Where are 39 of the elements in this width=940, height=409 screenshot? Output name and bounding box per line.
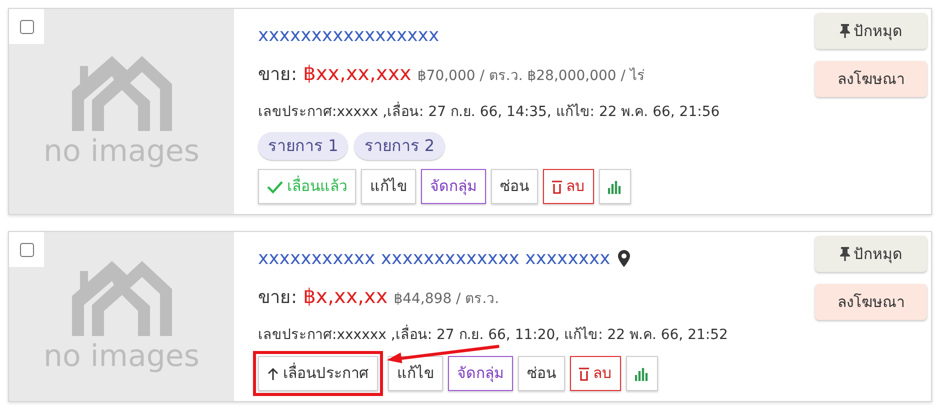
arrow-up-icon [267, 366, 279, 380]
price-text: ฿x,xx,xx [303, 283, 388, 310]
trash-icon [552, 180, 562, 194]
listing-info: เลขประกาศ:xxxxxx ,เลื่อน: 27 ก.ย. 66, 11:20, แก้ไข: 22 พ.ค. 66, 21:52 [258, 325, 815, 346]
promote-button[interactable]: เลื่อนประกาศ [258, 356, 378, 391]
house-icon [72, 56, 172, 131]
bar-chart-icon [608, 180, 622, 194]
price-label: ขาย: [258, 63, 298, 87]
price-label: ขาย: [258, 286, 298, 310]
hide-button[interactable]: ซ่อน [518, 356, 565, 391]
unit-price-text: ฿70,000 / ตร.ว. ฿28,000,000 / ไร่ [417, 66, 645, 86]
price-text: ฿xx,xx,xxx [303, 60, 412, 87]
stats-button[interactable] [599, 169, 631, 204]
group-button[interactable]: จัดกลุ่ม [421, 169, 486, 204]
trash-icon [579, 366, 589, 380]
hide-button[interactable]: ซ่อน [491, 169, 538, 204]
advertise-button[interactable]: ลงโฆษณา [815, 61, 927, 97]
house-icon [72, 261, 172, 336]
check-icon [267, 180, 283, 194]
bar-chart-icon [635, 366, 649, 380]
listing-title[interactable]: xxxxxxxxxxx xxxxxxxxxxxxx xxxxxxxx [258, 244, 610, 272]
pin-icon [840, 24, 850, 38]
listing-info: เลขประกาศ:xxxxx ,เลื่อน: 27 ก.ย. 66, 14:35, แก้ไข: 22 พ.ค. 66, 21:56 [258, 102, 815, 123]
unit-price-text: ฿44,898 / ตร.ว. [394, 290, 500, 309]
stats-button[interactable] [626, 356, 658, 391]
tag: รายการ 2 [354, 132, 445, 160]
edit-button[interactable]: แก้ไข [388, 356, 443, 391]
pin-button[interactable]: ปักหมุด [815, 236, 927, 272]
delete-button[interactable]: ลบ [570, 356, 621, 391]
group-button[interactable]: จัดกลุ่ม [448, 356, 513, 391]
pin-icon [840, 247, 850, 261]
advertise-button[interactable]: ลงโฆษณา [815, 284, 927, 320]
pin-button[interactable]: ปักหมุด [815, 13, 927, 49]
tag: รายการ 1 [258, 132, 348, 160]
listing-title[interactable]: xxxxxxxxxxxxxxxxx [258, 22, 440, 48]
edit-button[interactable]: แก้ไข [361, 169, 416, 204]
select-checkbox[interactable] [20, 242, 34, 256]
select-checkbox[interactable] [20, 20, 34, 34]
delete-button[interactable]: ลบ [543, 169, 594, 204]
